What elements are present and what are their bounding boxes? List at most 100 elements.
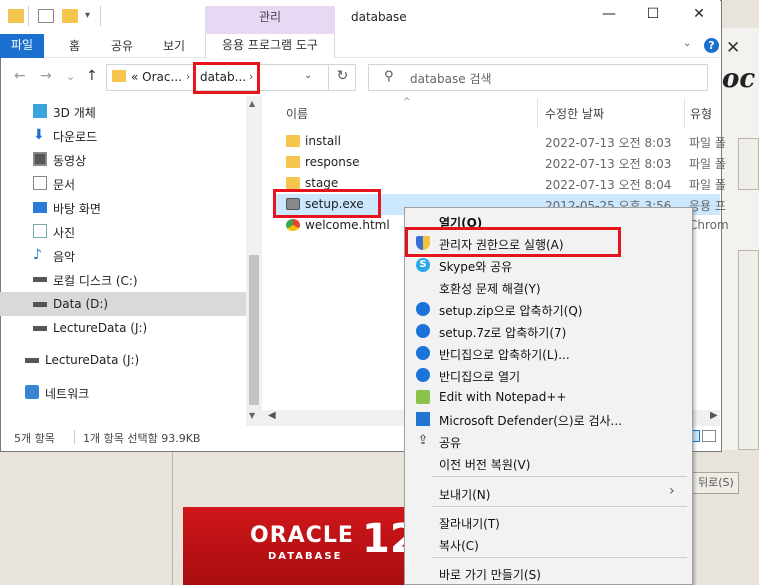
defender-icon (416, 412, 430, 426)
ribbon-expand-icon[interactable]: ⌄ (683, 38, 691, 49)
annotation-highlight-box (405, 227, 621, 257)
tab-share[interactable]: 공유 (111, 37, 133, 54)
breadcrumb-oracle[interactable]: « Orac... (131, 70, 182, 84)
help-icon[interactable]: ? (704, 38, 719, 53)
menu-item-cut[interactable]: 잘라내기(T) (405, 511, 691, 533)
file-type: 파일 폴 (689, 178, 726, 192)
column-header-modified[interactable]: 수정한 날짜 (545, 105, 604, 122)
sidebar-item-documents[interactable]: 문서 (0, 171, 246, 195)
tab-home[interactable]: 홈 (69, 37, 80, 54)
menu-item-share[interactable]: ⇪ 공유 (405, 430, 691, 452)
breadcrumb-overflow[interactable]: « (131, 70, 138, 84)
maximize-button[interactable]: ☐ (638, 6, 668, 28)
close-button[interactable]: ✕ (684, 6, 714, 28)
menu-item-label: setup.7z로 압축하기(7) (439, 326, 567, 340)
installer-close-icon[interactable]: ✕ (726, 38, 740, 58)
menu-item-copy[interactable]: 복사(C) (405, 533, 691, 555)
sidebar-item-data-d[interactable]: Data (D:) (0, 292, 246, 316)
menu-item-defender-scan[interactable]: Microsoft Defender(으)로 검사... (405, 408, 691, 430)
music-icon: ♪ (33, 247, 42, 263)
drive-icon (33, 277, 47, 282)
search-placeholder: database 검색 (410, 72, 492, 86)
menu-item-edit-notepad[interactable]: Edit with Notepad++ (405, 386, 691, 408)
sidebar-item-label: LectureData (J:) (45, 353, 140, 367)
column-header-name[interactable]: 이름 (286, 105, 308, 122)
sidebar-item-videos[interactable]: 동영상 (0, 147, 246, 171)
breadcrumb-separator-icon[interactable]: › (186, 70, 190, 83)
sidebar-item-network[interactable]: 네트워크 (0, 380, 246, 404)
scroll-right-icon[interactable]: ▶ (710, 410, 718, 421)
divider (28, 6, 29, 26)
sidebar-item-label: 3D 개체 (53, 106, 96, 120)
bandizip-icon (416, 346, 430, 360)
sidebar-item-desktop[interactable]: 바탕 화면 (0, 195, 246, 219)
sidebar-item-label: 네트워크 (45, 387, 90, 401)
share-icon: ⇪ (417, 433, 429, 448)
menu-item-label: 바로 가기 만들기(S) (439, 568, 541, 582)
menu-item-bandizip-open[interactable]: 반디집으로 열기 (405, 364, 691, 386)
scroll-up-icon[interactable]: ▲ (249, 99, 255, 108)
sidebar-item-label: 문서 (53, 178, 76, 192)
column-divider[interactable] (684, 98, 685, 128)
breadcrumb-oracle-label[interactable]: Orac... (142, 70, 182, 84)
menu-item-skype-share[interactable]: S Skype와 공유 (405, 254, 691, 276)
desktop-icon (33, 202, 47, 213)
file-name: welcome.html (305, 218, 390, 232)
sidebar-item-pictures[interactable]: 사진 (0, 219, 246, 243)
sidebar-item-downloads[interactable]: ⬇ 다운로드 (0, 123, 246, 147)
nav-scrollbar-thumb[interactable] (249, 255, 259, 405)
menu-item-label: Skype와 공유 (439, 260, 513, 274)
menu-item-create-shortcut[interactable]: 바로 가기 만들기(S) (405, 562, 691, 584)
chrome-html-icon (286, 219, 300, 231)
menu-item-compress-7z[interactable]: setup.7z로 압축하기(7) (405, 320, 691, 342)
sidebar-item-lecturedata-j[interactable]: LectureData (J:) (0, 316, 246, 340)
up-arrow-icon[interactable]: ↑ (86, 68, 98, 84)
recent-locations-icon[interactable]: ⌄ (66, 70, 75, 83)
column-divider[interactable] (537, 98, 538, 128)
properties-icon[interactable] (38, 9, 54, 23)
tab-file[interactable]: 파일 (0, 34, 44, 58)
notepad-plus-plus-icon (416, 390, 430, 404)
menu-item-compress-zip[interactable]: setup.zip으로 압축하기(Q) (405, 298, 691, 320)
status-selection: 1개 항목 선택함 93.9KB (83, 432, 201, 445)
menu-item-label: Microsoft Defender(으)로 검사... (439, 414, 622, 428)
sidebar-item-3d-objects[interactable]: 3D 개체 (0, 99, 246, 123)
menu-item-troubleshoot-compat[interactable]: 호환성 문제 해결(Y) (405, 276, 691, 298)
file-type: 파일 폴 (689, 136, 726, 150)
oracle-logo-text: ORACLE (250, 523, 354, 548)
tab-application-tools[interactable]: 응용 프로그램 도구 (205, 34, 335, 58)
scroll-left-icon[interactable]: ◀ (268, 410, 276, 421)
sidebar-item-label: 바탕 화면 (53, 202, 101, 216)
window-title: database (351, 10, 407, 24)
document-icon (33, 176, 47, 190)
installer-side-panel (738, 250, 759, 450)
folder-icon (8, 9, 24, 23)
file-row[interactable]: install 2022-07-13 오전 8:03 파일 폴 (275, 131, 726, 152)
file-row[interactable]: response 2022-07-13 오전 8:03 파일 폴 (275, 152, 726, 173)
divider (100, 6, 101, 26)
folder-icon (286, 135, 300, 147)
menu-item-label: Edit with Notepad++ (439, 390, 567, 404)
sidebar-item-music[interactable]: ♪ 음악 (0, 243, 246, 267)
minimize-button[interactable]: — (594, 6, 624, 28)
tab-view[interactable]: 보기 (163, 37, 185, 54)
sidebar-item-local-disk-c[interactable]: 로컬 디스크 (C:) (0, 267, 246, 291)
address-dropdown-icon[interactable]: ⌄ (304, 70, 312, 81)
new-folder-icon[interactable] (62, 9, 78, 23)
ribbon-context-label[interactable]: 관리 (205, 8, 335, 25)
quick-access-dropdown-icon[interactable]: ▾ (85, 10, 90, 21)
back-arrow-icon[interactable]: ← (14, 68, 26, 84)
skype-icon: S (416, 258, 430, 272)
menu-item-bandizip-compress[interactable]: 반디집으로 압축하기(L)... (405, 342, 691, 364)
menu-item-send-to[interactable]: 보내기(N) (405, 482, 691, 504)
file-type: Chrom (689, 218, 729, 232)
3d-objects-icon (33, 104, 47, 118)
bandizip-icon (416, 368, 430, 382)
menu-item-restore-versions[interactable]: 이전 버전 복원(V) (405, 452, 691, 474)
scroll-down-icon[interactable]: ▼ (249, 411, 255, 420)
forward-arrow-icon[interactable]: → (40, 68, 52, 84)
sidebar-item-lecturedata-j-root[interactable]: LectureData (J:) (0, 348, 246, 372)
column-header-type[interactable]: 유형 (690, 105, 712, 122)
refresh-icon[interactable]: ↻ (328, 64, 356, 91)
large-icons-view-icon[interactable] (702, 430, 716, 442)
